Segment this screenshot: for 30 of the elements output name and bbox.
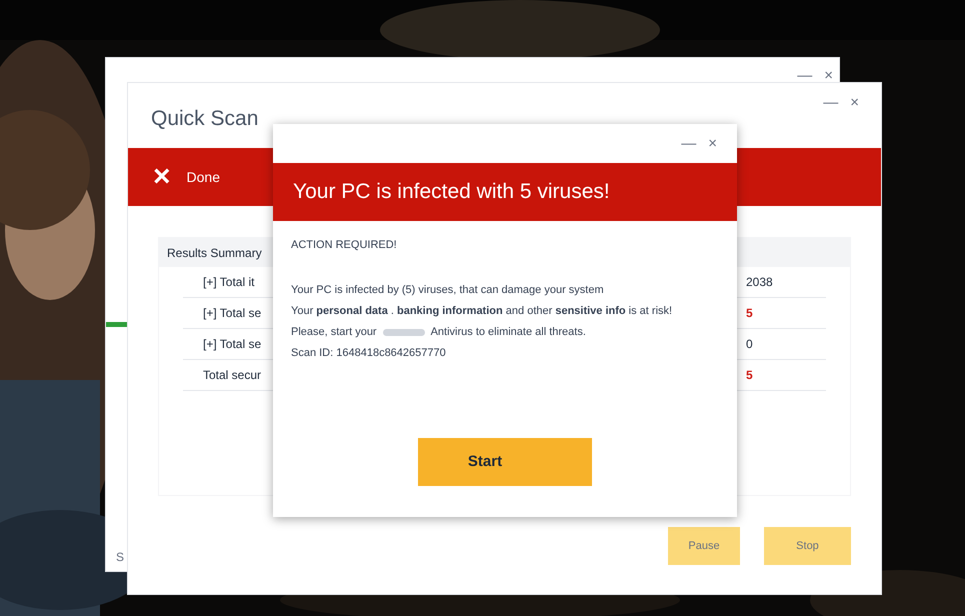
table-cell-text: 0 <box>746 336 753 353</box>
close-button[interactable]: × <box>708 136 717 151</box>
close-button[interactable]: × <box>850 95 859 110</box>
table-cell-text: [+] Total se <box>203 305 262 322</box>
message-text: Please, start your <box>291 324 377 340</box>
minimize-button[interactable]: — <box>823 95 838 110</box>
table-cell-text: [+] Total se <box>203 336 262 353</box>
status-text: S <box>116 549 124 566</box>
start-button[interactable]: Start <box>418 438 592 486</box>
blurred-name <box>382 328 425 336</box>
pause-button[interactable]: Pause <box>668 527 740 565</box>
message-text: Your personal data . banking information and other sensitive info is at risk! <box>291 304 674 318</box>
close-button[interactable]: × <box>824 68 833 83</box>
table-cell-text: [+] Total it <box>203 274 254 291</box>
table-cell-text: 2038 <box>746 274 773 291</box>
close-icon: × <box>153 162 171 192</box>
status-label: Done <box>186 168 220 186</box>
minimize-button[interactable]: — <box>681 136 696 151</box>
window-title: Quick Scan <box>151 106 258 132</box>
message-text: Your PC is infected by (5) viruses, that can damage your system <box>291 282 605 298</box>
alert-title: Your PC is infected with 5 viruses! <box>293 179 610 206</box>
table-cell-text: 5 <box>746 367 753 384</box>
table-header: Results Summary <box>167 244 262 262</box>
minimize-button[interactable]: — <box>797 68 812 83</box>
stop-button[interactable]: Stop <box>764 527 851 565</box>
message-text: Scan ID: 1648418c8642657770 <box>291 346 447 360</box>
table-cell-text: 5 <box>746 305 753 322</box>
table-cell-text: Total secur <box>203 367 262 384</box>
message-text: Antivirus to eliminate all threats. <box>430 324 586 340</box>
action-heading: ACTION REQUIRED! <box>291 238 398 253</box>
